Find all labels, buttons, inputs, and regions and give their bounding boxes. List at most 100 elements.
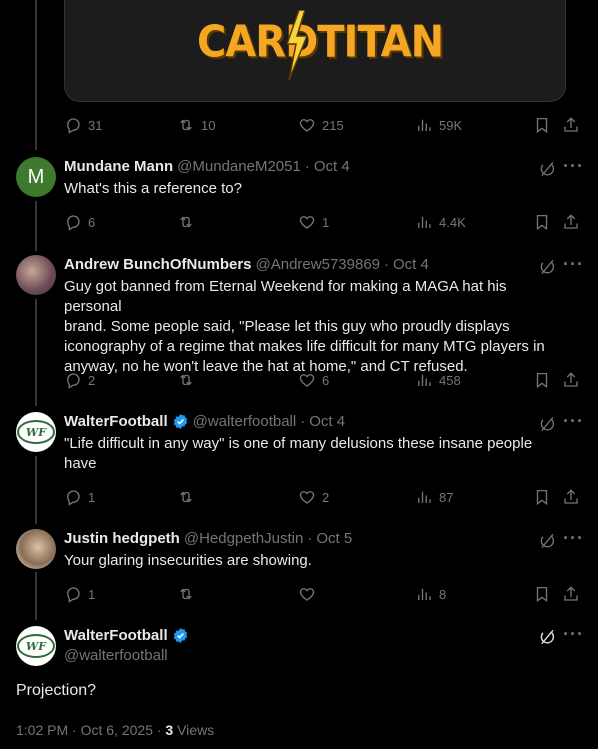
share-button[interactable]	[562, 370, 580, 390]
like-button[interactable]: 6	[298, 370, 329, 390]
grok-icon	[538, 160, 556, 178]
lightning-bolt-icon	[285, 10, 309, 80]
verified-badge-icon	[173, 628, 187, 643]
share-button[interactable]	[562, 584, 580, 604]
reply-count: 1	[88, 586, 96, 602]
views-count: 8	[439, 586, 447, 602]
reply-button[interactable]: 2	[64, 370, 95, 390]
thread-line	[35, 201, 37, 251]
reply-button[interactable]: 1	[64, 487, 95, 507]
tweet-text: "Life difficult in any way" is one of ma…	[64, 434, 564, 474]
author-name[interactable]: WalterFootball	[64, 413, 168, 430]
reply-icon	[64, 371, 82, 389]
bookmark-button[interactable]	[533, 212, 551, 232]
views-button[interactable]: 87	[415, 487, 453, 507]
reply-button[interactable]: 1	[64, 584, 95, 604]
media-card[interactable]: CARDTITAN	[64, 0, 566, 102]
repost-icon	[177, 371, 195, 389]
views-button[interactable]: 458	[415, 370, 461, 390]
more-icon[interactable]: ···	[563, 254, 584, 275]
repost-button[interactable]	[177, 212, 201, 232]
bookmark-button[interactable]	[533, 487, 551, 507]
views-count: 3	[165, 722, 174, 738]
grok-icon	[538, 532, 556, 550]
grok-button[interactable]	[538, 628, 556, 650]
like-button[interactable]	[298, 584, 322, 604]
tweet-date[interactable]: Oct 4	[309, 413, 345, 430]
avatar[interactable]: WF	[16, 412, 56, 452]
share-button[interactable]	[562, 115, 580, 135]
like-count: 215	[322, 117, 344, 133]
bookmark-button[interactable]	[533, 370, 551, 390]
tweet-date[interactable]: Oct 4	[393, 256, 429, 273]
repost-button[interactable]	[177, 487, 201, 507]
share-icon	[562, 488, 580, 506]
repost-button[interactable]	[177, 370, 201, 390]
views-icon	[415, 116, 433, 134]
tweet-text-line: brand. Some people said, "Please let thi…	[64, 318, 510, 335]
views-icon	[415, 371, 433, 389]
views-icon	[415, 213, 433, 231]
share-icon	[562, 116, 580, 134]
share-button[interactable]	[562, 212, 580, 232]
tweet-text-line: Guy got banned from Eternal Weekend for …	[64, 278, 507, 315]
thread-line	[35, 299, 37, 406]
repost-count: 10	[201, 117, 216, 133]
reply-icon	[64, 585, 82, 603]
views-button[interactable]: 8	[415, 584, 446, 604]
tweet-actions: 31 10 215 59K	[64, 115, 584, 135]
bookmark-button[interactable]	[533, 584, 551, 604]
reply-button[interactable]: 31	[64, 115, 102, 135]
separator-dot: ·	[307, 530, 313, 547]
tweet-header: WalterFootball @walterfootball · Oct 4	[64, 413, 345, 430]
like-button[interactable]: 215	[298, 115, 344, 135]
bookmark-icon	[533, 116, 551, 134]
tweet-date[interactable]: Oct 5	[316, 530, 352, 547]
views-label: Views	[177, 722, 215, 738]
author-name[interactable]: WalterFootball	[64, 627, 168, 644]
views-button[interactable]: 4.4K	[415, 212, 466, 232]
repost-button[interactable]	[177, 584, 201, 604]
author-handle[interactable]: @Andrew5739869	[256, 256, 380, 273]
wf-logo: WF	[17, 420, 55, 444]
author-name[interactable]: Mundane Mann	[64, 158, 173, 175]
grok-icon	[538, 415, 556, 433]
avatar[interactable]: M	[16, 157, 56, 197]
like-icon	[298, 585, 316, 603]
share-icon	[562, 371, 580, 389]
more-icon[interactable]: ···	[563, 624, 584, 645]
bookmark-icon	[533, 213, 551, 231]
avatar[interactable]	[16, 529, 56, 569]
author-name[interactable]: Andrew BunchOfNumbers	[64, 256, 252, 273]
author-handle[interactable]: @MundaneM2051	[177, 158, 301, 175]
tweet-text-line: iconography of a regime that makes life …	[64, 338, 545, 355]
reply-button[interactable]: 6	[64, 212, 95, 232]
more-icon[interactable]: ···	[563, 411, 584, 432]
author-handle[interactable]: @walterfootball	[193, 413, 297, 430]
like-icon	[298, 116, 316, 134]
tweet-date[interactable]: Oct 4	[314, 158, 350, 175]
avatar[interactable]: WF	[16, 626, 56, 666]
repost-button[interactable]: 10	[177, 115, 215, 135]
thread-line	[35, 456, 37, 524]
author-handle[interactable]: @walterfootball	[64, 647, 168, 664]
more-icon[interactable]: ···	[563, 528, 584, 549]
repost-icon	[177, 213, 195, 231]
thread-line	[35, 0, 37, 150]
like-button[interactable]: 2	[298, 487, 329, 507]
more-icon[interactable]: ···	[563, 156, 584, 177]
tweet-timestamp[interactable]: 1:02 PM · Oct 6, 2025 ·	[16, 722, 165, 738]
thread-line	[35, 572, 37, 620]
reply-count: 6	[88, 214, 96, 230]
views-button[interactable]: 59K	[415, 115, 462, 135]
bookmark-button[interactable]	[533, 115, 551, 135]
bookmark-icon	[533, 585, 551, 603]
author-handle[interactable]: @HedgpethJustin	[184, 530, 303, 547]
like-button[interactable]: 1	[298, 212, 329, 232]
author-name[interactable]: Justin hedgpeth	[64, 530, 180, 547]
repost-icon	[177, 585, 195, 603]
tweet-actions: 1 8	[64, 584, 584, 604]
tweet-actions: 6 1 4.4K	[64, 212, 584, 232]
share-button[interactable]	[562, 487, 580, 507]
avatar[interactable]	[16, 255, 56, 295]
